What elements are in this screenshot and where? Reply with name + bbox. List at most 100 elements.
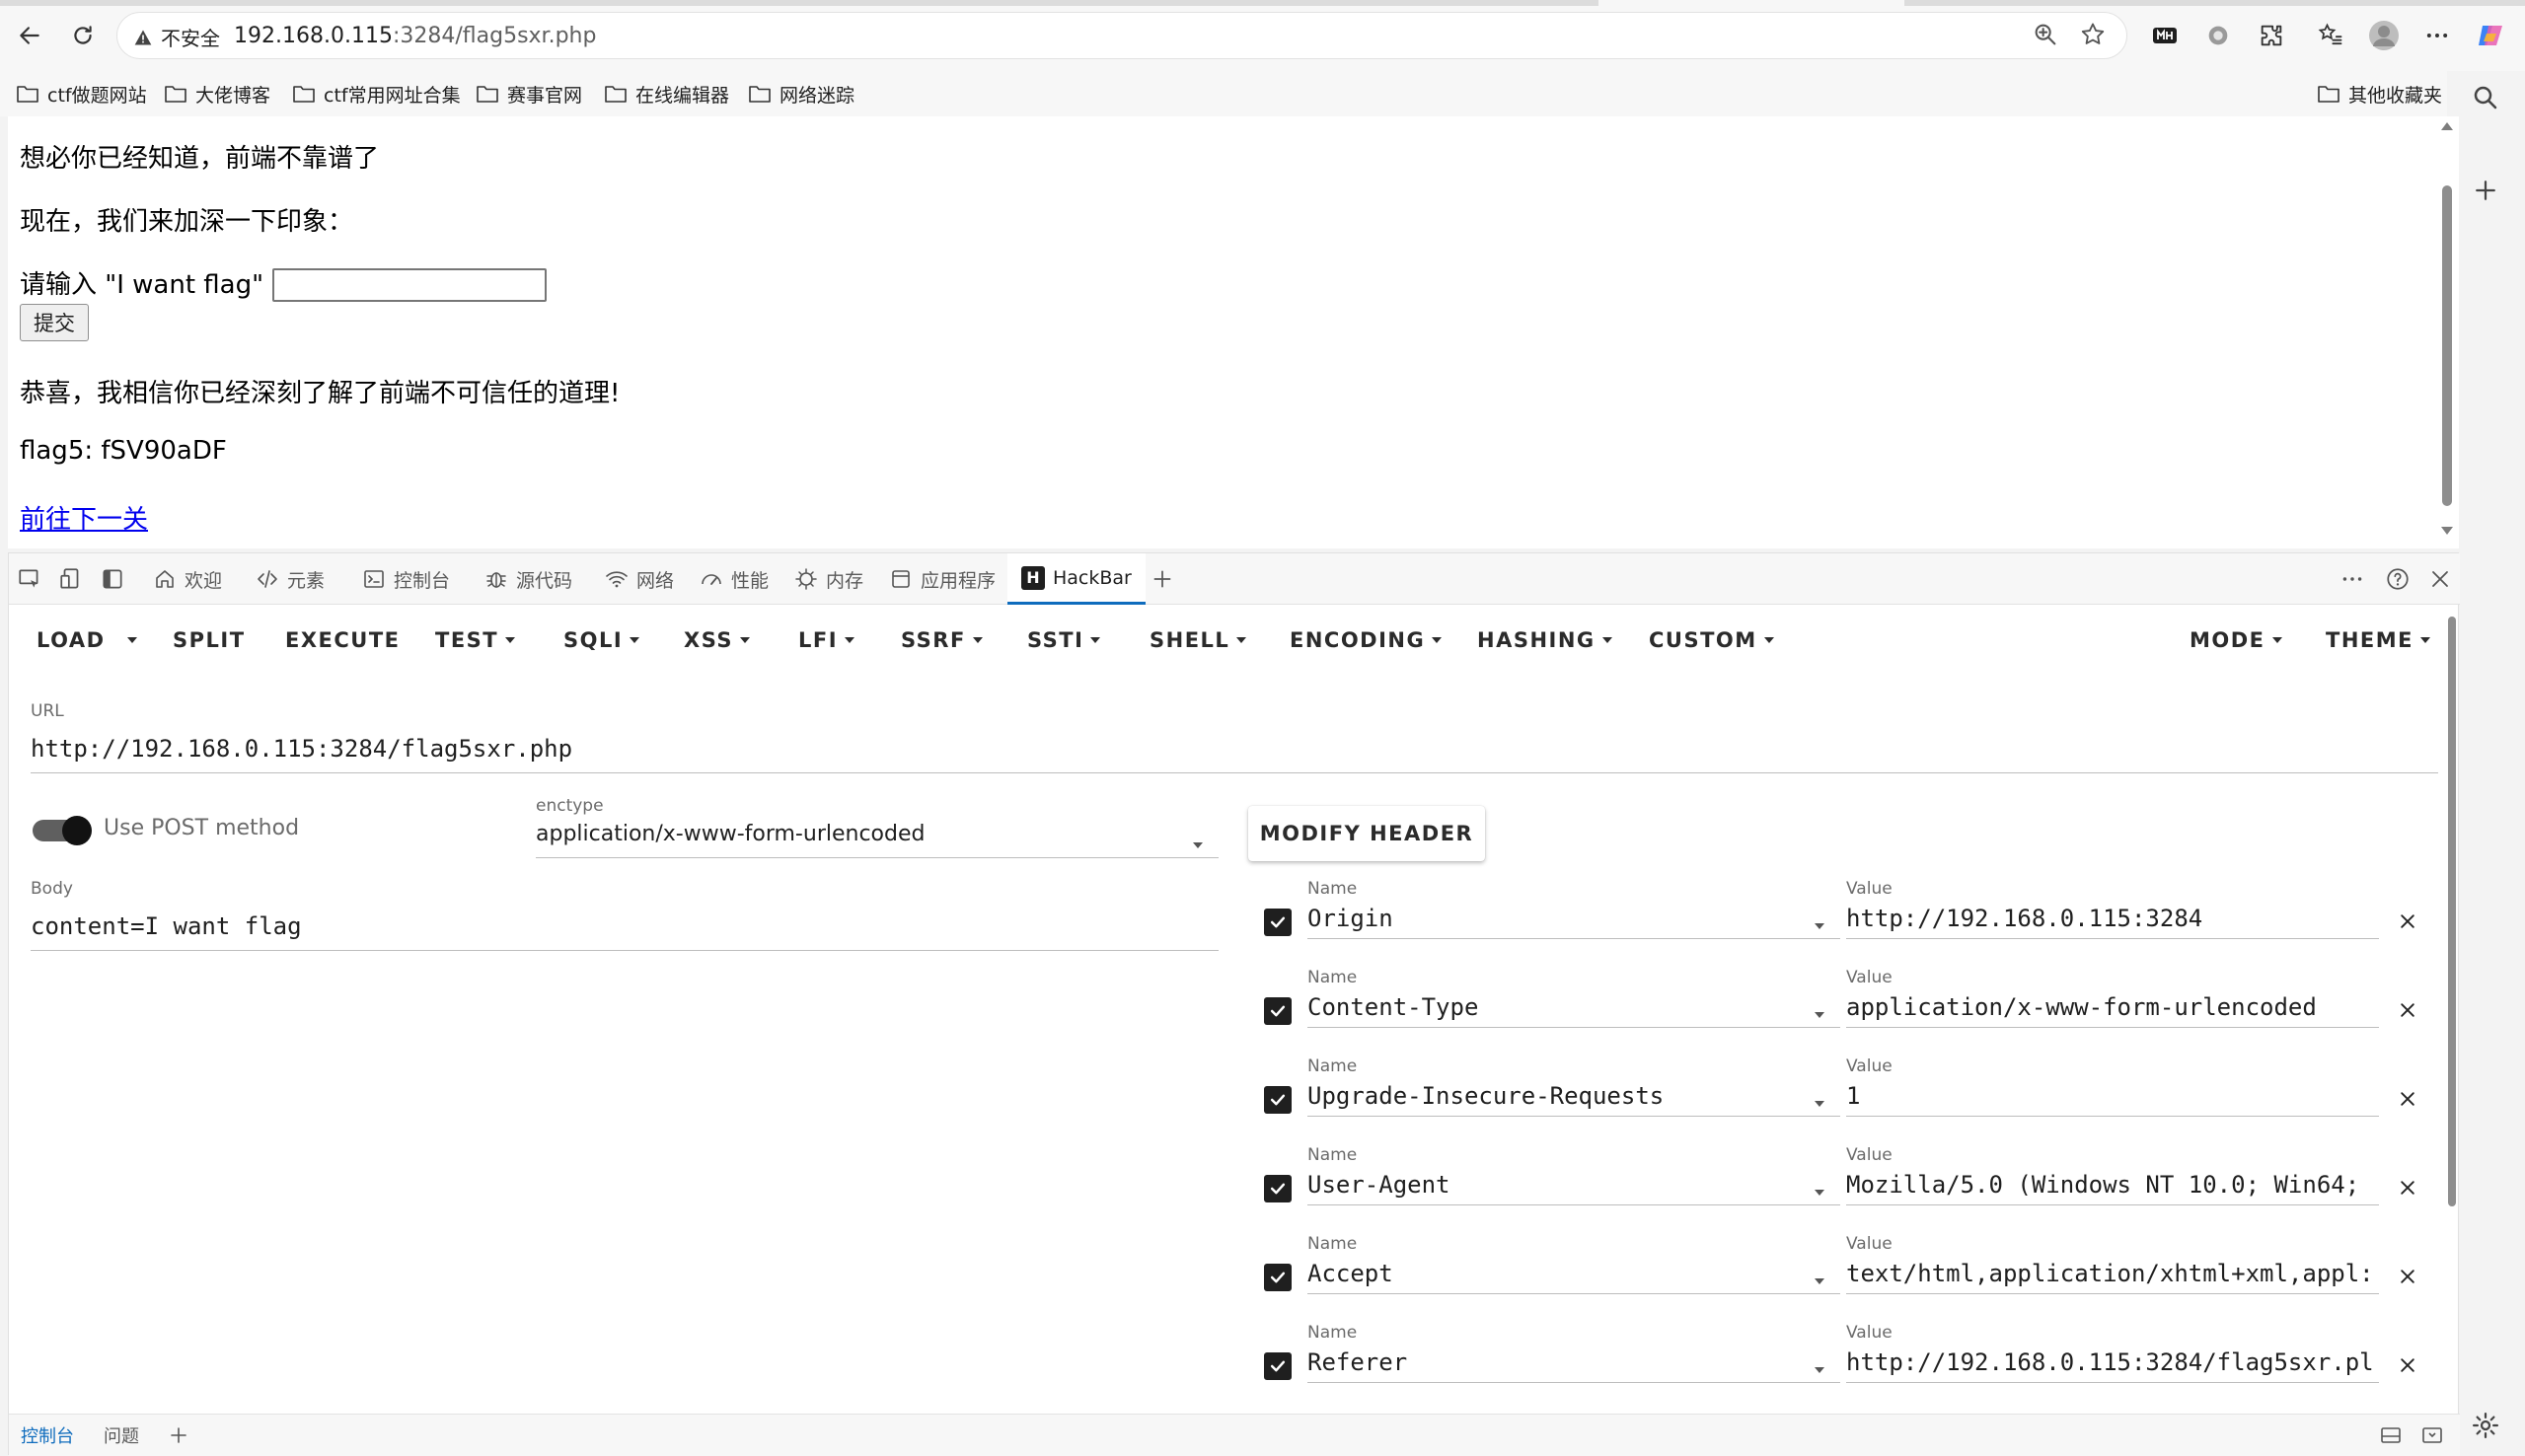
url-field[interactable]: http://192.168.0.115:3284/flag5sxr.php [31, 729, 2438, 773]
header-value-input[interactable]: Mozilla/5.0 (Windows NT 10.0; Win64; [1846, 1165, 2379, 1205]
split-button[interactable]: SPLIT [173, 605, 246, 676]
favorites-list-icon[interactable] [2313, 18, 2348, 53]
tab-welcome[interactable]: 欢迎 [153, 553, 222, 605]
enctype-select[interactable]: application/x-www-form-urlencoded [536, 818, 1219, 858]
caret-down-icon[interactable] [1815, 914, 1824, 933]
next-level-link[interactable]: 前往下一关 [20, 505, 148, 535]
post-method-toggle[interactable] [33, 816, 92, 845]
hackbar-scrollbar[interactable] [2446, 605, 2460, 1420]
header-checkbox[interactable] [1264, 1086, 1292, 1114]
ssrf-menu[interactable]: SSRF [901, 605, 983, 676]
sqli-menu[interactable]: SQLI [563, 605, 640, 676]
tab-elements[interactable]: 元素 [256, 553, 325, 605]
drawer-add-tab-icon[interactable] [167, 1415, 190, 1456]
bookmark-folder-ctf-urls[interactable]: ctf常用网址合集 [292, 77, 461, 110]
encoding-menu[interactable]: ENCODING [1290, 605, 1443, 676]
theme-menu[interactable]: THEME [2326, 605, 2430, 676]
header-value-input[interactable]: 1 [1846, 1076, 2379, 1117]
address-url[interactable]: 192.168.0.115:3284/flag5sxr.php [234, 24, 596, 48]
copilot-icon[interactable] [2473, 18, 2508, 53]
custom-menu[interactable]: CUSTOM [1649, 605, 1774, 676]
devtools-close-icon[interactable] [2428, 553, 2452, 605]
bookmark-folder-editors[interactable]: 在线编辑器 [604, 77, 729, 110]
shell-menu[interactable]: SHELL [1150, 605, 1247, 676]
header-name-input[interactable]: Accept [1307, 1254, 1840, 1294]
devtools-help-icon[interactable] [2385, 553, 2411, 605]
header-value-input[interactable]: application/x-www-form-urlencoded [1846, 987, 2379, 1028]
more-options-icon[interactable] [2419, 18, 2455, 53]
remove-header-close-icon[interactable] [2393, 1173, 2422, 1202]
tab-sources[interactable]: 源代码 [484, 553, 572, 605]
page-scroll-thumb[interactable] [2442, 185, 2452, 506]
header-value-input[interactable]: text/html,application/xhtml+xml,appl: [1846, 1254, 2379, 1294]
load-button[interactable]: LOAD [37, 605, 106, 676]
sidebar-settings-icon[interactable] [2471, 1411, 2500, 1440]
execute-button[interactable]: EXECUTE [285, 605, 401, 676]
scroll-down-arrow-icon[interactable] [2440, 525, 2454, 537]
scroll-up-arrow-icon[interactable] [2440, 120, 2454, 132]
extensions-puzzle-icon[interactable] [2254, 18, 2289, 53]
flag-input[interactable] [272, 268, 547, 302]
refresh-icon[interactable] [63, 16, 103, 55]
caret-down-icon[interactable] [1815, 1270, 1824, 1288]
remove-header-close-icon[interactable] [2393, 1350, 2422, 1380]
remove-header-close-icon[interactable] [2393, 995, 2422, 1025]
tab-memory[interactable]: 内存 [794, 553, 863, 605]
favorite-star-icon[interactable] [2079, 21, 2107, 48]
header-checkbox[interactable] [1264, 1352, 1292, 1380]
lfi-menu[interactable]: LFI [798, 605, 855, 676]
caret-down-icon[interactable] [1815, 1003, 1824, 1022]
bookmark-folder-blogs[interactable]: 大佬博客 [164, 77, 270, 110]
ssti-menu[interactable]: SSTI [1027, 605, 1101, 676]
sidebar-add-icon[interactable] [2471, 176, 2500, 205]
header-checkbox[interactable] [1264, 997, 1292, 1025]
add-tab-icon[interactable] [1150, 553, 1175, 605]
devtools-more-icon[interactable] [2339, 553, 2365, 605]
modify-header-button[interactable]: MODIFY HEADER [1248, 806, 1485, 861]
extension-m-icon[interactable] [2147, 18, 2183, 53]
tab-network[interactable]: 网络 [605, 553, 674, 605]
dock-side-icon[interactable] [100, 553, 125, 605]
load-dropdown-caret[interactable] [127, 605, 137, 676]
drawer-tab-console[interactable]: 控制台 [21, 1415, 74, 1456]
back-icon[interactable] [10, 16, 49, 55]
hashing-menu[interactable]: HASHING [1477, 605, 1612, 676]
header-checkbox[interactable] [1264, 1175, 1292, 1202]
header-name-input[interactable]: Origin [1307, 899, 1840, 939]
security-indicator[interactable]: 不安全 [133, 23, 220, 51]
caret-down-icon[interactable] [1815, 1358, 1824, 1377]
submit-button[interactable]: 提交 [20, 304, 89, 341]
inspect-element-icon[interactable] [17, 553, 42, 605]
bookmark-folder-other[interactable]: 其他收藏夹 [2317, 77, 2442, 110]
drawer-collapse-icon[interactable] [2420, 1415, 2444, 1456]
header-name-input[interactable]: Content-Type [1307, 987, 1840, 1028]
remove-header-close-icon[interactable] [2393, 1084, 2422, 1114]
tab-application[interactable]: 应用程序 [889, 553, 996, 605]
extension-circle-icon[interactable] [2200, 18, 2236, 53]
remove-header-close-icon[interactable] [2393, 1262, 2422, 1291]
tab-performance[interactable]: 性能 [700, 553, 769, 605]
caret-down-icon[interactable] [1815, 1092, 1824, 1111]
caret-down-icon[interactable] [1815, 1181, 1824, 1200]
bookmark-folder-official[interactable]: 赛事官网 [476, 77, 582, 110]
test-menu[interactable]: TEST [435, 605, 516, 676]
header-name-input[interactable]: User-Agent [1307, 1165, 1840, 1205]
drawer-dock-icon[interactable] [2379, 1415, 2403, 1456]
device-emulation-icon[interactable] [58, 553, 84, 605]
header-checkbox[interactable] [1264, 1264, 1292, 1291]
bookmark-folder-ctf-sites[interactable]: ctf做题网站 [16, 77, 147, 110]
bookmark-folder-osint[interactable]: 网络迷踪 [748, 77, 854, 110]
header-name-input[interactable]: Referer [1307, 1343, 1840, 1383]
xss-menu[interactable]: XSS [684, 605, 750, 676]
mode-menu[interactable]: MODE [2190, 605, 2282, 676]
tab-console[interactable]: 控制台 [362, 553, 450, 605]
remove-header-close-icon[interactable] [2393, 907, 2422, 936]
profile-avatar-icon[interactable] [2366, 18, 2402, 53]
zoom-icon[interactable] [2032, 21, 2059, 48]
tab-hackbar[interactable]: H HackBar [1007, 553, 1146, 605]
header-checkbox[interactable] [1264, 909, 1292, 936]
hackbar-scroll-thumb[interactable] [2448, 617, 2456, 1206]
drawer-tab-issues[interactable]: 问题 [104, 1415, 139, 1456]
header-name-input[interactable]: Upgrade-Insecure-Requests [1307, 1076, 1840, 1117]
address-bar[interactable]: 不安全 192.168.0.115:3284/flag5sxr.php [116, 12, 2127, 59]
